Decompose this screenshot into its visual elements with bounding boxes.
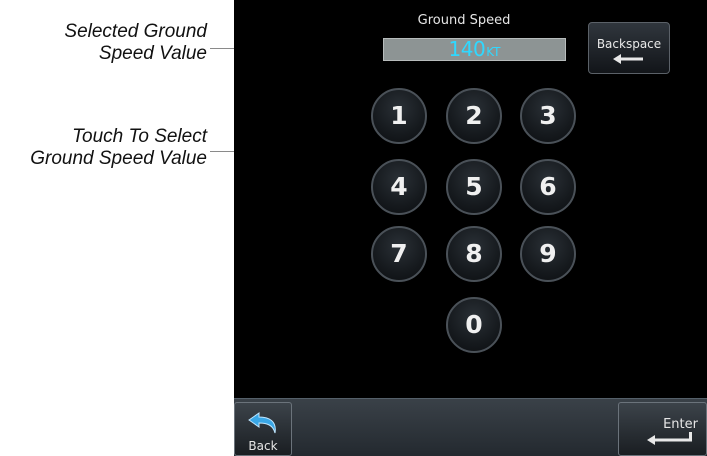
enter-label: Enter	[663, 417, 698, 432]
key-1[interactable]: 1	[371, 88, 427, 144]
enter-arrow-icon	[647, 432, 692, 445]
callout-touch-select: Touch To Select Ground Speed Value	[30, 126, 207, 170]
callout-selected-ground-speed: Selected Ground Speed Value	[64, 21, 207, 65]
enter-button[interactable]: Enter	[618, 402, 707, 456]
key-6[interactable]: 6	[520, 159, 576, 215]
left-arrow-icon	[613, 54, 643, 64]
key-4[interactable]: 4	[371, 159, 427, 215]
callout-line: Speed Value	[98, 43, 207, 64]
key-8[interactable]: 8	[446, 226, 502, 282]
ground-speed-value: 140	[448, 37, 486, 61]
callout-line: Ground Speed Value	[30, 148, 207, 169]
key-5[interactable]: 5	[446, 159, 502, 215]
key-0[interactable]: 0	[446, 297, 502, 353]
key-7[interactable]: 7	[371, 226, 427, 282]
key-3[interactable]: 3	[520, 88, 576, 144]
ground-speed-field: 140KT	[383, 38, 566, 61]
avionics-screen: Ground Speed 140KT Backspace 1 2 3 4 5 6…	[234, 0, 707, 456]
ground-speed-title: Ground Speed	[417, 13, 511, 28]
key-9[interactable]: 9	[520, 226, 576, 282]
back-label: Back	[248, 439, 278, 453]
return-arrow-icon	[248, 412, 276, 434]
back-button[interactable]: Back	[234, 402, 292, 456]
callout-line: Selected Ground	[64, 21, 207, 42]
key-2[interactable]: 2	[446, 88, 502, 144]
ground-speed-unit: KT	[486, 45, 501, 59]
callout-line: Touch To Select	[72, 126, 207, 147]
backspace-label: Backspace	[596, 37, 662, 51]
backspace-button[interactable]: Backspace	[588, 22, 670, 74]
